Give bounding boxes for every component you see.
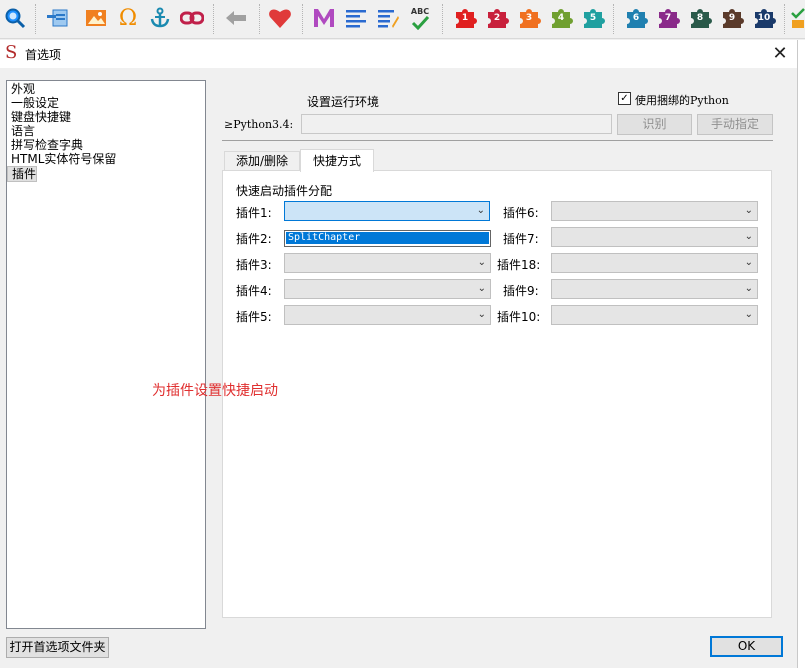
plugin-2-icon[interactable]: 2 — [485, 6, 509, 30]
plugin-4-label: 插件4: — [236, 284, 272, 298]
image-icon[interactable] — [84, 6, 108, 30]
python-path-field[interactable] — [301, 114, 612, 134]
sidebar-item-language[interactable]: 语言 — [7, 124, 205, 138]
chevron-down-icon: ⌄ — [477, 283, 486, 294]
plugin-5-label: 插件5: — [236, 310, 272, 324]
overflow-icon[interactable] — [790, 6, 805, 30]
spellcheck-icon[interactable]: ABC — [408, 6, 432, 30]
plugin-9-select[interactable]: ⌄ — [551, 279, 758, 299]
plugin-6-label: 插件6: — [503, 206, 539, 220]
plugin-10-label: 插件10: — [497, 310, 541, 324]
sidebar-item-html-entities[interactable]: HTML实体符号保留 — [7, 152, 205, 166]
plugin-1-select[interactable]: ⌄ — [284, 201, 490, 221]
plugin-10-icon[interactable]: 10 — [752, 6, 776, 30]
list-edit-icon[interactable] — [376, 6, 400, 30]
python-env-header: 设置运行环境 — [307, 95, 380, 109]
chevron-down-icon: ⌄ — [477, 257, 486, 268]
omega-icon[interactable]: Ω — [116, 6, 140, 31]
app-logo-icon: S — [5, 42, 18, 63]
plugin-3-label: 插件3: — [236, 258, 272, 272]
chevron-down-icon: ⌄ — [476, 205, 485, 216]
chevron-down-icon: ⌄ — [744, 205, 753, 216]
tab-add-remove[interactable]: 添加/删除 — [224, 151, 300, 171]
manual-specify-button[interactable]: 手动指定 — [697, 114, 773, 135]
plugin-2-label: 插件2: — [236, 232, 272, 246]
plugin-8-icon[interactable]: 8 — [688, 6, 712, 30]
back-arrow-icon[interactable] — [224, 6, 248, 30]
chevron-down-icon: ⌄ — [477, 309, 486, 320]
plugin-5-icon[interactable]: 5 — [581, 6, 605, 30]
plugin-1-label: 插件1: — [236, 206, 272, 220]
plugin-4-select[interactable]: ⌄ — [284, 279, 491, 299]
chevron-down-icon: ⌄ — [744, 283, 753, 294]
chevron-down-icon: ⌄ — [744, 257, 753, 268]
ok-button[interactable]: OK — [710, 636, 783, 657]
dialog-titlebar: S 首选项 ✕ — [0, 40, 797, 68]
plugin-3-icon[interactable]: 3 — [517, 6, 541, 30]
m-icon[interactable] — [312, 6, 336, 30]
quick-launch-section-title: 快速启动插件分配 — [236, 184, 333, 198]
link-icon[interactable] — [180, 6, 204, 30]
chevron-down-icon: ⌄ — [744, 231, 753, 242]
plugin-3-select[interactable]: ⌄ — [284, 253, 491, 273]
sidebar-item-spellcheck[interactable]: 拼写检查字典 — [7, 138, 205, 152]
python-version-prompt: ≥Python3.4: — [224, 118, 294, 131]
search-icon[interactable] — [3, 6, 27, 30]
use-bundled-python-checkbox[interactable]: ✓ — [618, 92, 631, 105]
annotation-note: 为插件设置快捷启动 — [152, 383, 278, 399]
sidebar-item-plugins[interactable]: 插件 — [7, 166, 38, 182]
preferences-sidebar: 外观 一般设定 键盘快捷键 语言 拼写检查字典 HTML实体符号保留 插件 — [6, 80, 206, 629]
plugin-7-select[interactable]: ⌄ — [551, 227, 758, 247]
plugin-6-select[interactable]: ⌄ — [551, 201, 758, 221]
plugin-4-icon[interactable]: 4 — [549, 6, 573, 30]
anchor-icon[interactable] — [148, 6, 172, 30]
identify-button[interactable]: 识别 — [617, 114, 692, 135]
plugin-6-icon[interactable]: 6 — [624, 6, 648, 30]
plugin-9-icon[interactable]: 9 — [720, 6, 744, 30]
dropdown-option-splitchapter[interactable]: SplitChapter — [286, 232, 489, 244]
list-icon[interactable] — [344, 6, 368, 30]
use-bundled-python-label: 使用捆绑的Python — [635, 94, 729, 107]
plugin-18-label: 插件18: — [497, 258, 541, 272]
open-prefs-folder-button[interactable]: 打开首选项文件夹 — [6, 637, 109, 658]
dialog-title: 首选项 — [25, 48, 62, 62]
plugin-9-label: 插件9: — [503, 284, 539, 298]
plugin-1-icon[interactable]: 1 — [453, 6, 477, 30]
separator — [222, 140, 773, 141]
plugin-1-dropdown-list: SplitChapter — [284, 230, 491, 247]
chevron-down-icon: ⌄ — [744, 309, 753, 320]
background-window-edge — [797, 40, 805, 668]
plugin-7-label: 插件7: — [503, 232, 539, 246]
sidebar-item-appearance[interactable]: 外观 — [7, 82, 205, 96]
sidebar-item-general[interactable]: 一般设定 — [7, 96, 205, 110]
tab-shortcuts[interactable]: 快捷方式 — [300, 149, 374, 172]
plugin-7-icon[interactable]: 7 — [656, 6, 680, 30]
plugin-5-select[interactable]: ⌄ — [284, 305, 491, 325]
heart-icon[interactable] — [268, 6, 292, 30]
plugin-18-select[interactable]: ⌄ — [551, 253, 758, 273]
insert-file-icon[interactable] — [47, 6, 71, 30]
main-toolbar: Ω ABC 1 2 3 4 5 6 7 8 9 10 — [0, 0, 805, 39]
preferences-dialog: S 首选项 ✕ 外观 一般设定 键盘快捷键 语言 拼写检查字典 HTML实体符号… — [0, 40, 797, 668]
plugin-10-select[interactable]: ⌄ — [551, 305, 758, 325]
sidebar-item-keyboard-shortcuts[interactable]: 键盘快捷键 — [7, 110, 205, 124]
close-icon[interactable]: ✕ — [769, 43, 791, 65]
